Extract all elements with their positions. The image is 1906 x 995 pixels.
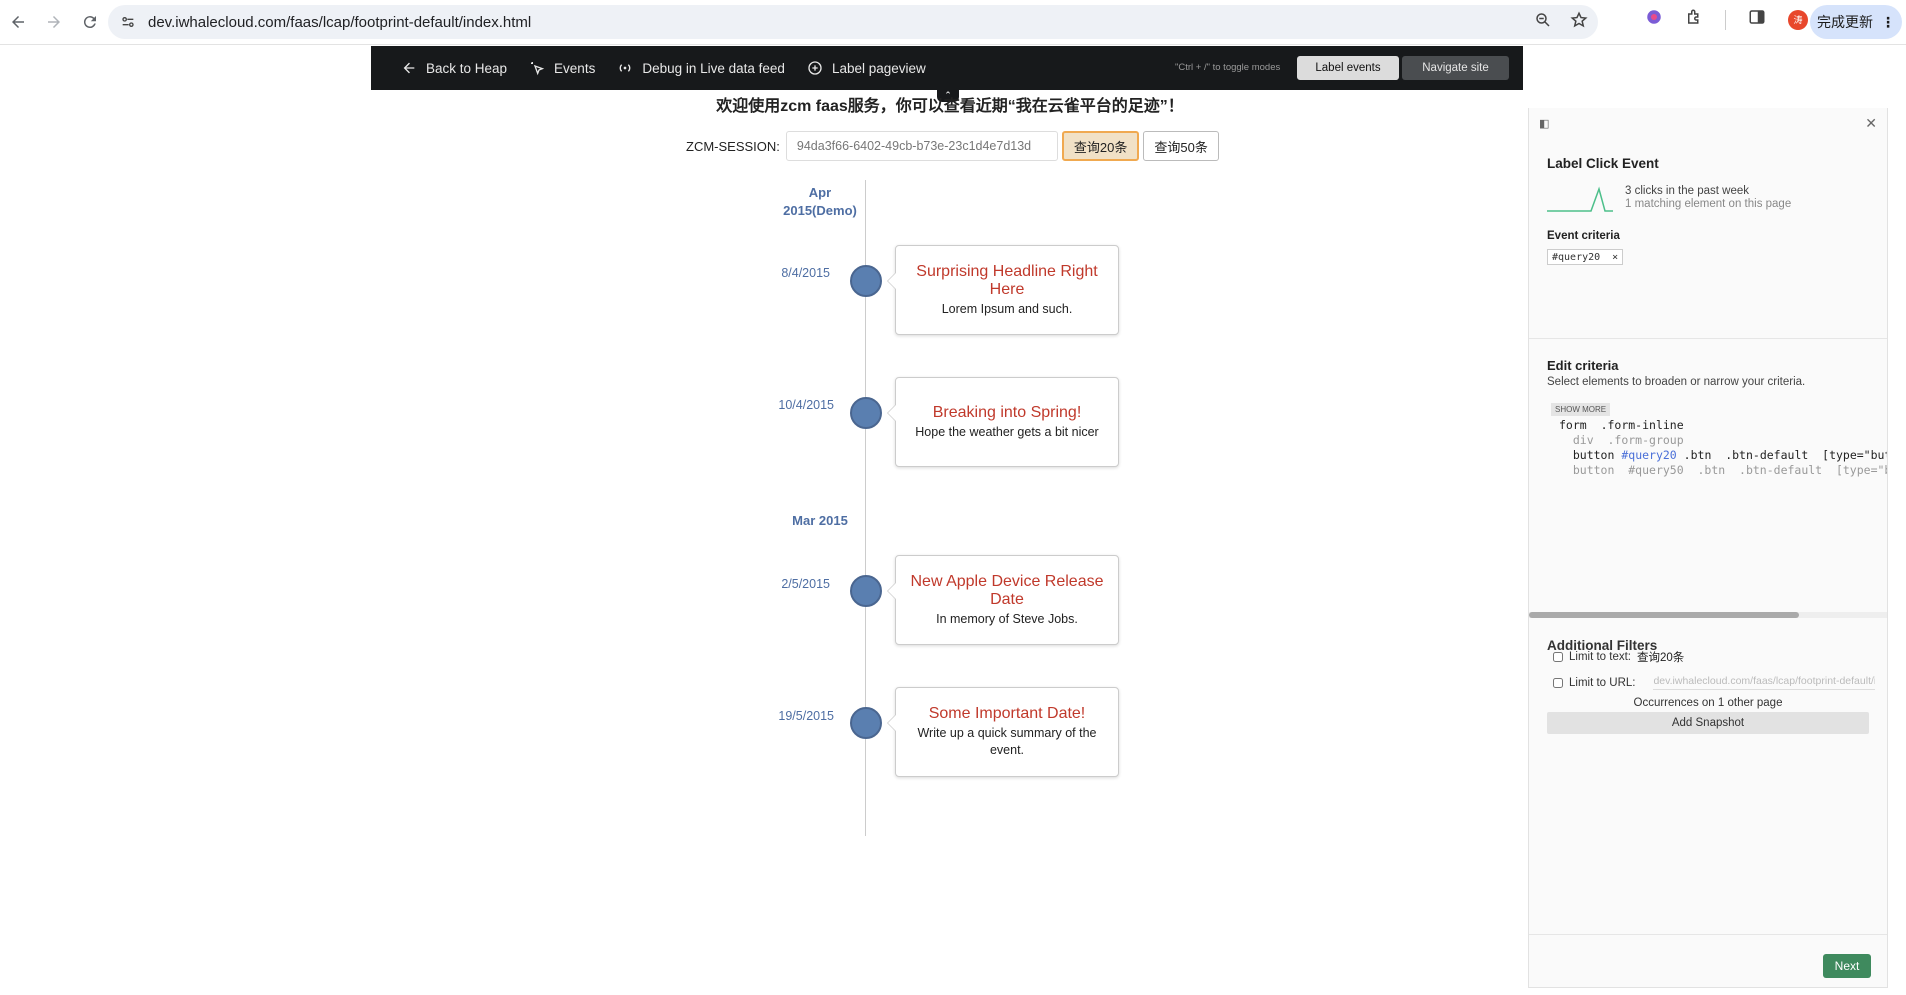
cursor-click-icon — [531, 62, 545, 76]
browser-toolbar: dev.iwhalecloud.com/faas/lcap/footprint-… — [0, 0, 1906, 45]
add-snapshot-button[interactable]: Add Snapshot — [1547, 712, 1869, 734]
next-button[interactable]: Next — [1823, 954, 1871, 978]
limit-url-input[interactable]: dev.iwhalecloud.com/faas/lcap/footprint-… — [1653, 675, 1876, 690]
edit-criteria-subtitle: Select elements to broaden or narrow you… — [1547, 376, 1806, 388]
divider — [1529, 338, 1887, 339]
selector-token[interactable]: .btn .btn-default [type="button"] — [1684, 448, 1887, 462]
welcome-heading: 欢迎使用zcm faas服务，你可以查看近期“我在云雀平台的足迹”！ — [716, 98, 1184, 115]
edit-criteria-title: Edit criteria — [1547, 358, 1619, 373]
click-count: 3 clicks in the past week — [1625, 185, 1750, 197]
debug-label: Debug in Live data feed — [642, 60, 785, 76]
timeline-card-body: Write up a quick summary of the event. — [917, 726, 1097, 757]
criteria-chip[interactable]: #query20 × — [1547, 249, 1624, 265]
extension-colorful-icon[interactable] — [1645, 8, 1663, 31]
timeline-card-body: Lorem Ipsum and such. — [941, 301, 1073, 316]
divider — [1725, 9, 1726, 30]
timeline-card-title: Surprising Headline Right Here — [916, 262, 1098, 298]
timeline-card-title: Some Important Date! — [928, 705, 1086, 722]
remove-chip-icon[interactable]: × — [1612, 252, 1618, 263]
timeline-card: Some Important Date! Write up a quick su… — [887, 687, 1119, 777]
broadcast-icon — [619, 64, 631, 72]
timeline-month-label: Mar 2015 — [792, 513, 848, 528]
extensions-puzzle-icon[interactable] — [1685, 8, 1703, 31]
divider — [1529, 934, 1887, 935]
label-events-mode-button[interactable]: Label events — [1297, 56, 1399, 80]
timeline-date: 10/4/2015 — [778, 398, 834, 412]
horizontal-scrollbar[interactable] — [1529, 612, 1887, 618]
arrow-left-icon — [403, 62, 415, 74]
more-vert-icon: ⋮ — [1881, 13, 1895, 30]
timeline-dot — [850, 707, 882, 739]
matching-count: 1 matching element on this page — [1625, 198, 1792, 210]
dock-panel-icon[interactable]: ◧ — [1539, 117, 1549, 130]
update-button[interactable]: 完成更新 ⋮ — [1810, 5, 1902, 39]
timeline-card: New Apple Device Release Date In memory … — [887, 555, 1119, 645]
timeline-dot — [850, 397, 882, 429]
close-icon[interactable]: ✕ — [1865, 115, 1877, 132]
label-pageview-label: Label pageview — [831, 60, 926, 76]
limit-text-checkbox[interactable] — [1553, 652, 1563, 662]
timeline-date: 2/5/2015 — [781, 577, 830, 591]
events-label: Events — [554, 60, 596, 76]
click-stats: 3 clicks in the past week 1 matching ele… — [1625, 185, 1791, 211]
back-to-heap-link[interactable]: Back to Heap — [401, 60, 507, 76]
heap-toolbar: Back to Heap Events Debug in Live data f… — [371, 46, 1523, 90]
label-event-panel: ◧ ✕ Label Click Event 3 clicks in the pa… — [1528, 108, 1888, 988]
zoom-icon[interactable] — [1534, 11, 1552, 34]
timeline-dot — [850, 265, 882, 297]
query50-button[interactable]: 查询50条 — [1143, 131, 1219, 161]
selector-line[interactable]: div .form-group — [1573, 433, 1684, 447]
timeline-card-body: In memory of Steve Jobs. — [936, 611, 1078, 626]
address-bar[interactable]: dev.iwhalecloud.com/faas/lcap/footprint-… — [108, 5, 1598, 39]
limit-text-label: Limit to text: — [1569, 651, 1631, 663]
limit-url-label: Limit to URL: — [1569, 676, 1636, 689]
timeline-date: 8/4/2015 — [781, 266, 830, 280]
label-pageview-link[interactable]: Label pageview — [807, 60, 926, 76]
forward-arrow-icon[interactable] — [36, 4, 72, 40]
scrollbar-thumb[interactable] — [1529, 612, 1799, 618]
timeline-card: Surprising Headline Right Here Lorem Ips… — [887, 245, 1119, 335]
limit-url-checkbox[interactable] — [1553, 677, 1563, 688]
limit-text-value: 查询20条 — [1637, 652, 1685, 664]
query20-button[interactable]: 查询20条 — [1061, 131, 1140, 161]
profile-avatar[interactable]: 涛 — [1788, 9, 1808, 30]
limit-text-filter: Limit to text: 查询20条 — [1553, 649, 1684, 665]
update-label: 完成更新 — [1817, 14, 1873, 30]
bookmark-star-icon[interactable] — [1570, 10, 1588, 34]
selector-token[interactable]: button — [1573, 448, 1615, 462]
selector-token[interactable]: .form-inline — [1601, 418, 1684, 432]
toggle-hint: "Ctrl + /" to toggle modes — [1175, 62, 1281, 73]
navigate-site-mode-button[interactable]: Navigate site — [1402, 56, 1509, 80]
timeline-card-title: Breaking into Spring! — [932, 403, 1082, 421]
session-input[interactable]: 94da3f66-6402-49cb-b73e-23c1d4e7d13d — [785, 131, 1058, 161]
timeline-card-title: New Apple Device Release Date — [910, 572, 1104, 608]
selector-token-selected[interactable]: #query20 — [1621, 448, 1676, 462]
timeline-month-label: Apr 2015(Demo) — [783, 185, 857, 218]
show-more-button[interactable]: SHOW MORE — [1551, 403, 1611, 416]
limit-url-filter: Limit to URL: dev.iwhalecloud.com/faas/l… — [1553, 675, 1876, 690]
selector-token[interactable]: form — [1559, 418, 1587, 432]
panel-title: Label Click Event — [1547, 156, 1659, 171]
timeline-card: Breaking into Spring! Hope the weather g… — [887, 377, 1119, 467]
url-text[interactable]: dev.iwhalecloud.com/faas/lcap/footprint-… — [148, 14, 531, 31]
side-panel-icon[interactable] — [1748, 8, 1766, 31]
criteria-chip-text: #query20 — [1552, 251, 1601, 263]
plus-circle-icon — [808, 61, 822, 75]
back-to-heap-label: Back to Heap — [426, 60, 508, 76]
events-link[interactable]: Events — [529, 60, 595, 76]
back-arrow-icon[interactable] — [0, 4, 36, 40]
debug-live-feed-link[interactable]: Debug in Live data feed — [617, 60, 785, 76]
timeline-card-body: Hope the weather gets a bit nicer — [915, 424, 1099, 439]
reload-icon[interactable] — [72, 4, 108, 40]
selector-tree: form .form-inline div .form-group button… — [1559, 418, 1887, 478]
selector-line[interactable]: button #query50 .btn .btn-default [type=… — [1573, 463, 1887, 477]
occurrences-text: Occurrences on 1 other page — [1633, 697, 1783, 709]
timeline-date: 19/5/2015 — [778, 709, 834, 723]
event-criteria-label: Event criteria — [1547, 230, 1620, 242]
click-sparkline — [1547, 186, 1613, 212]
site-settings-icon[interactable] — [118, 12, 138, 32]
timeline-dot — [850, 575, 882, 607]
session-label: ZCM-SESSION: — [686, 138, 780, 154]
session-form: ZCM-SESSION: 94da3f66-6402-49cb-b73e-23c… — [686, 131, 1219, 161]
